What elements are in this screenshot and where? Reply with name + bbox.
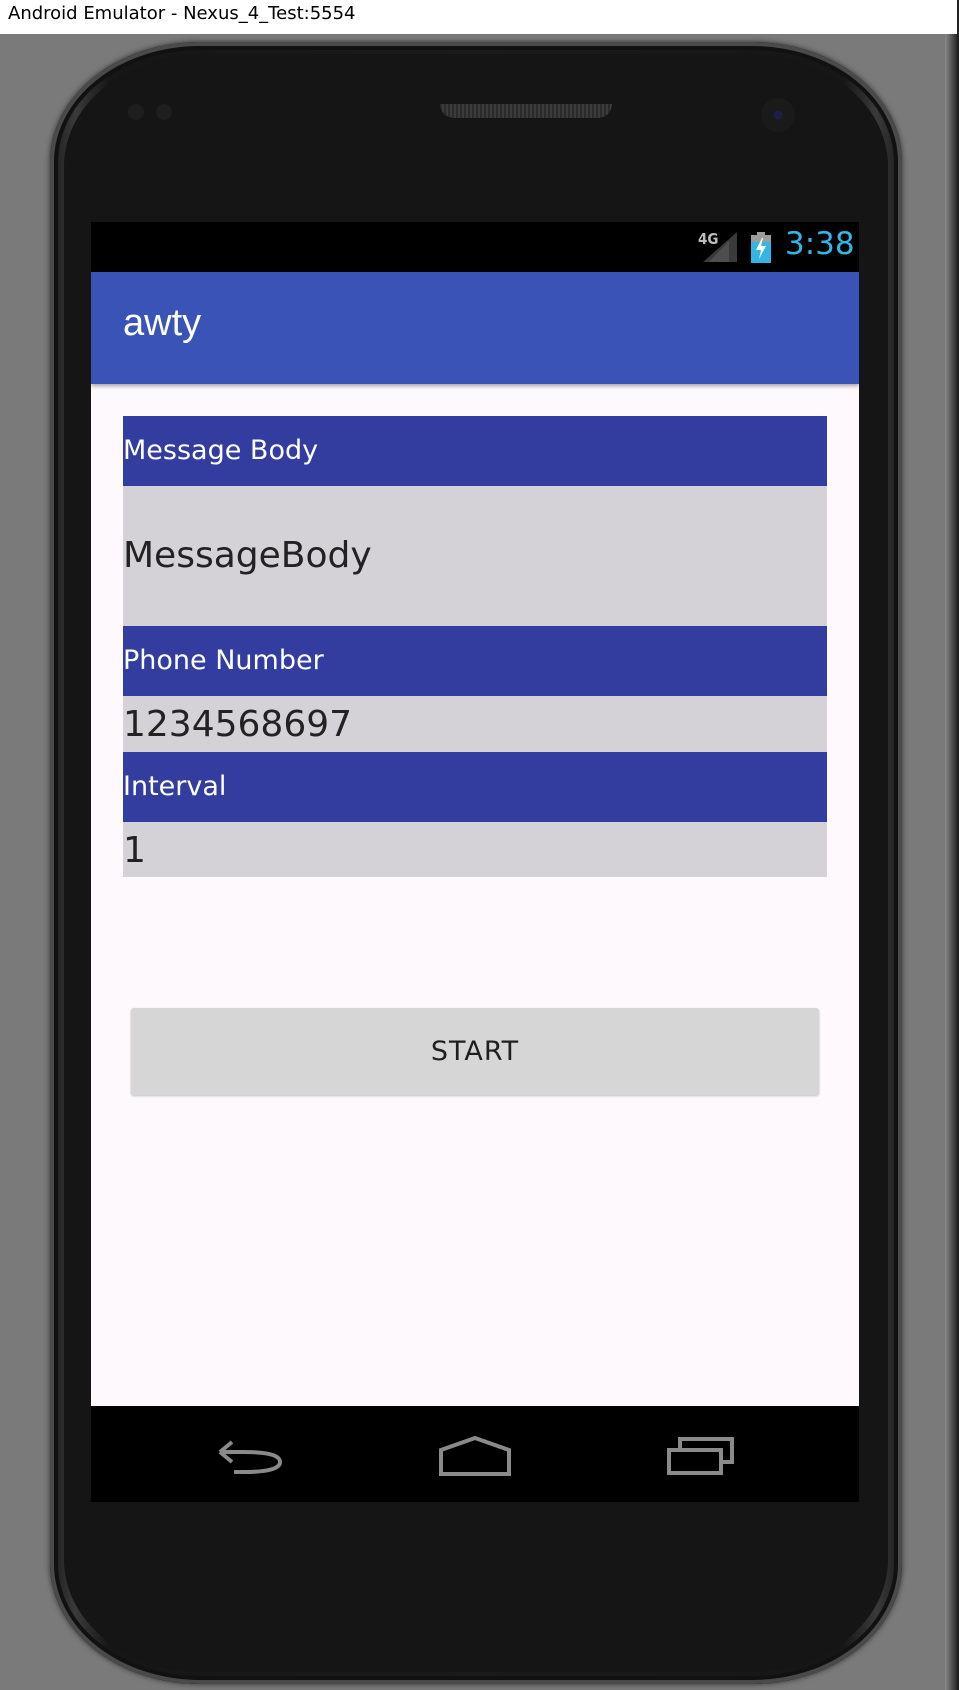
phone-number-input[interactable]: 1234568697 <box>123 696 827 752</box>
battery-charging-icon <box>751 232 771 263</box>
emulator-window-title: Android Emulator - Nexus_4_Test:5554 <box>0 0 957 34</box>
earpiece-speaker <box>440 104 612 118</box>
app-toolbar: awty <box>91 272 859 384</box>
home-icon[interactable] <box>438 1436 512 1476</box>
navigation-bar <box>91 1406 859 1502</box>
phone-number-label: Phone Number <box>123 626 827 696</box>
start-button[interactable]: START <box>131 1008 819 1095</box>
recents-icon[interactable] <box>666 1436 736 1476</box>
proximity-sensor <box>128 104 144 120</box>
message-body-label: Message Body <box>123 416 827 486</box>
device-screen: 4G 3:38 awty Message Body MessageBody Ph… <box>91 222 859 1502</box>
interval-input[interactable]: 1 <box>123 822 827 877</box>
signal-icon <box>703 232 737 262</box>
back-icon[interactable] <box>216 1436 286 1476</box>
message-body-input[interactable]: MessageBody <box>123 486 827 626</box>
app-title: awty <box>123 302 202 344</box>
front-camera <box>761 98 795 132</box>
interval-label: Interval <box>123 752 827 822</box>
light-sensor <box>156 104 172 120</box>
status-bar: 4G 3:38 <box>91 222 859 272</box>
status-clock: 3:38 <box>785 226 855 262</box>
